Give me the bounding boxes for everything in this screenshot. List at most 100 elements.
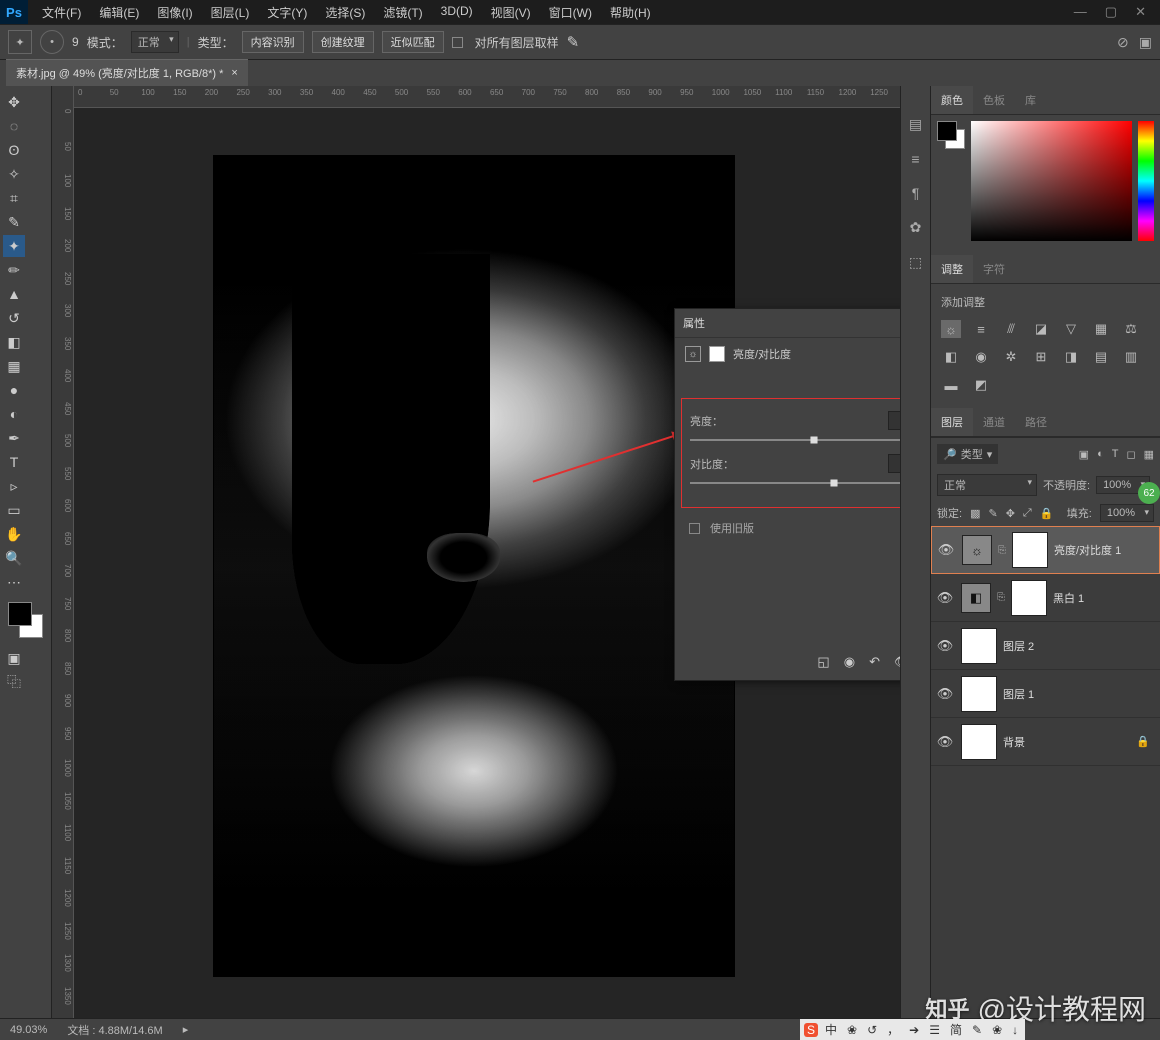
ime-item[interactable]: ✎ <box>969 1023 985 1037</box>
gradient-tool[interactable]: ▦ <box>3 355 25 377</box>
tab-color[interactable]: 颜色 <box>931 86 973 114</box>
adj-bw-icon[interactable]: ◧ <box>941 348 961 366</box>
color-picker[interactable] <box>971 121 1132 241</box>
document-tab-close-icon[interactable]: × <box>231 67 237 79</box>
adj-curves-icon[interactable]: ⫻ <box>1001 320 1021 338</box>
layer-filter-dropdown[interactable]: 🔎 类型 ▾ <box>937 444 998 464</box>
current-tool-icon[interactable]: ✦ <box>8 30 32 54</box>
layer-name[interactable]: 黑白 1 <box>1053 590 1084 606</box>
layer-row[interactable]: 👁图层 2 <box>931 622 1160 670</box>
doc-info[interactable]: 文档 : 4.88M/14.6M <box>67 1022 162 1038</box>
tab-paths[interactable]: 路径 <box>1015 408 1057 436</box>
workspace-icon[interactable]: ▣ <box>1139 34 1152 51</box>
3d-icon[interactable]: ⬚ <box>909 254 922 271</box>
toggle-visibility-icon[interactable]: 👁 <box>894 654 900 670</box>
mode-dropdown[interactable]: 正常 <box>131 31 179 53</box>
menu-view[interactable]: 视图(V) <box>483 0 539 25</box>
filter-type-icon[interactable]: T <box>1112 448 1119 461</box>
hand-tool[interactable]: ✋ <box>3 523 25 545</box>
pen-tool[interactable]: ✒ <box>3 427 25 449</box>
wand-tool[interactable]: ✧ <box>3 163 25 185</box>
link-icon[interactable]: ⎘ <box>997 592 1005 603</box>
fill-input[interactable]: 100% <box>1100 504 1154 522</box>
doc-info-menu-icon[interactable]: ▸ <box>183 1023 189 1036</box>
lock-trans-icon[interactable]: ▩ <box>970 507 980 520</box>
ime-item[interactable]: 简 <box>947 1021 965 1038</box>
ime-item[interactable]: ❀ <box>989 1023 1005 1037</box>
brushes-icon[interactable]: ✿ <box>910 219 922 236</box>
ime-item[interactable]: ↺ <box>864 1023 880 1037</box>
history-icon[interactable]: ▤ <box>909 116 922 133</box>
layer-thumb[interactable] <box>961 676 997 712</box>
mask-icon[interactable] <box>709 346 725 362</box>
eyedropper-tool[interactable]: ✎ <box>3 211 25 233</box>
lock-paint-icon[interactable]: ✎ <box>988 507 997 520</box>
path-tool[interactable]: ▹ <box>3 475 25 497</box>
filter-shape-icon[interactable]: ◻ <box>1126 448 1135 461</box>
document-canvas[interactable] <box>214 156 734 976</box>
window-close-icon[interactable]: ✕ <box>1135 4 1146 20</box>
menu-layer[interactable]: 图层(L) <box>203 0 258 25</box>
stamp-tool[interactable]: ▲ <box>3 283 25 305</box>
shape-tool[interactable]: ▭ <box>3 499 25 521</box>
ime-item[interactable]: ☰ <box>926 1023 943 1037</box>
zoom-tool[interactable]: 🔍 <box>3 547 25 569</box>
reset-icon[interactable]: ↶ <box>869 654 880 670</box>
layer-name[interactable]: 亮度/对比度 1 <box>1054 542 1121 558</box>
link-icon[interactable]: ⎘ <box>998 545 1006 556</box>
tab-layers[interactable]: 图层 <box>931 408 973 436</box>
visibility-icon[interactable]: 👁 <box>936 542 956 558</box>
brightness-input[interactable] <box>888 411 900 430</box>
quickmask-icon[interactable]: ▣ <box>3 647 25 669</box>
move-tool[interactable]: ✥ <box>3 91 25 113</box>
lock-pos-icon[interactable]: ✥ <box>1006 507 1015 520</box>
tab-character[interactable]: 字符 <box>973 255 1015 283</box>
healing-tool[interactable]: ✦ <box>3 235 25 257</box>
legacy-checkbox[interactable] <box>689 523 700 534</box>
adj-threshold-icon[interactable]: ▥ <box>1121 348 1141 366</box>
layer-row[interactable]: 👁图层 1 <box>931 670 1160 718</box>
adj-levels-icon[interactable]: ≡ <box>971 320 991 338</box>
adj-photo-icon[interactable]: ◉ <box>971 348 991 366</box>
layer-thumb[interactable] <box>961 724 997 760</box>
content-aware-button[interactable]: 内容识别 <box>242 31 304 53</box>
brush-preview-icon[interactable]: • <box>40 30 64 54</box>
layer-row[interactable]: 👁背景🔒 <box>931 718 1160 766</box>
notification-badge[interactable]: 62 <box>1138 482 1160 504</box>
proximity-button[interactable]: 近似匹配 <box>382 31 444 53</box>
ime-item[interactable]: ， <box>884 1021 902 1038</box>
tab-swatches[interactable]: 色板 <box>973 86 1015 114</box>
lock-all-icon[interactable]: 🔒 <box>1040 507 1054 520</box>
adj-vibrance-icon[interactable]: ▽ <box>1061 320 1081 338</box>
layer-mask[interactable] <box>1011 580 1047 616</box>
search-icon[interactable]: ⊘ <box>1117 34 1129 51</box>
edit-toolbar[interactable]: ⋯ <box>3 571 25 593</box>
adj-gradmap-icon[interactable]: ▬ <box>941 376 961 394</box>
adj-exposure-icon[interactable]: ◪ <box>1031 320 1051 338</box>
ime-item[interactable]: 中 <box>822 1021 840 1038</box>
fg-bg-swatch[interactable] <box>937 121 965 149</box>
menu-window[interactable]: 窗口(W) <box>541 0 600 25</box>
ime-item[interactable]: ➔ <box>906 1023 922 1037</box>
menu-help[interactable]: 帮助(H) <box>602 0 659 25</box>
menu-file[interactable]: 文件(F) <box>34 0 89 25</box>
contrast-slider[interactable] <box>690 475 900 491</box>
sample-all-checkbox[interactable] <box>452 37 463 48</box>
clip-icon[interactable]: ◱ <box>817 654 829 670</box>
dodge-tool[interactable]: ◐ <box>3 403 25 425</box>
filter-adj-icon[interactable]: ◐ <box>1097 448 1104 461</box>
blur-tool[interactable]: ● <box>3 379 25 401</box>
paragraph-icon[interactable]: ¶ <box>912 185 920 201</box>
lock-artboard-icon[interactable]: ⤢ <box>1023 507 1032 520</box>
tab-channels[interactable]: 通道 <box>973 408 1015 436</box>
adj-balance-icon[interactable]: ⚖ <box>1121 320 1141 338</box>
layer-mask[interactable] <box>1012 532 1048 568</box>
layer-name[interactable]: 图层 1 <box>1003 686 1034 702</box>
layer-row[interactable]: 👁☼⎘亮度/对比度 1 <box>931 526 1160 574</box>
contrast-input[interactable] <box>888 454 900 473</box>
adj-lookup-icon[interactable]: ⊞ <box>1031 348 1051 366</box>
brightness-slider[interactable] <box>690 432 900 448</box>
view-prev-icon[interactable]: ◉ <box>844 654 855 670</box>
tab-libraries[interactable]: 库 <box>1015 86 1046 114</box>
screenmode-icon[interactable]: ⿻ <box>3 671 25 693</box>
